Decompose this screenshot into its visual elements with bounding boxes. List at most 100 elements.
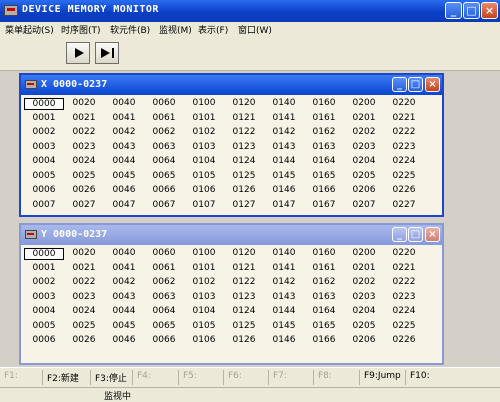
fkey-2[interactable]: F2:新建 — [47, 371, 79, 384]
memory-cell[interactable]: 0000 — [24, 98, 64, 110]
minimize-button[interactable]: _ — [445, 2, 462, 19]
memory-cell[interactable]: 0161 — [304, 113, 344, 123]
memory-cell[interactable]: 0104 — [184, 156, 224, 166]
memory-cell[interactable]: 0225 — [384, 321, 424, 331]
memory-cell[interactable]: 0024 — [64, 306, 104, 316]
memory-cell[interactable]: 0023 — [64, 142, 104, 152]
menu-window[interactable]: 窗口(W) — [238, 23, 272, 36]
window-x-titlebar[interactable]: X 0000-0237 _ □ × — [21, 75, 442, 95]
memory-cell[interactable]: 0043 — [104, 142, 144, 152]
memory-cell[interactable]: 0006 — [24, 185, 64, 195]
memory-cell[interactable]: 0124 — [224, 306, 264, 316]
memory-cell[interactable]: 0160 — [304, 248, 344, 258]
window-y-maximize-button[interactable]: □ — [408, 227, 423, 242]
memory-cell[interactable]: 0122 — [224, 127, 264, 137]
memory-cell[interactable]: 0103 — [184, 292, 224, 302]
window-x[interactable]: X 0000-0237 _ □ × 0000 0020 0040 0060 0100 01… — [19, 73, 444, 217]
memory-cell[interactable]: 0164 — [304, 306, 344, 316]
memory-cell[interactable]: 0203 — [344, 292, 384, 302]
fkey-6[interactable]: F6: — [228, 371, 242, 381]
memory-cell[interactable]: 0201 — [344, 263, 384, 273]
memory-cell[interactable]: 0163 — [304, 292, 344, 302]
memory-cell[interactable]: 0044 — [104, 306, 144, 316]
memory-cell[interactable]: 0224 — [384, 306, 424, 316]
memory-cell[interactable]: 0203 — [344, 142, 384, 152]
memory-cell[interactable]: 0101 — [184, 263, 224, 273]
memory-cell[interactable]: 0027 — [64, 200, 104, 210]
memory-cell[interactable]: 0165 — [304, 171, 344, 181]
memory-cell[interactable]: 0020 — [64, 98, 104, 108]
memory-cell[interactable]: 0060 — [144, 248, 184, 258]
memory-cell[interactable]: 0021 — [64, 263, 104, 273]
memory-cell[interactable]: 0222 — [384, 127, 424, 137]
memory-cell[interactable]: 0140 — [264, 98, 304, 108]
memory-cell[interactable]: 0164 — [304, 156, 344, 166]
memory-cell[interactable]: 0025 — [64, 321, 104, 331]
window-y-close-button[interactable]: × — [425, 227, 440, 242]
memory-cell[interactable]: 0041 — [104, 263, 144, 273]
memory-cell[interactable]: 0001 — [24, 113, 64, 123]
memory-cell[interactable]: 0005 — [24, 171, 64, 181]
fkey-7[interactable]: F7: — [273, 371, 287, 381]
maximize-button[interactable]: □ — [463, 2, 480, 19]
memory-cell[interactable]: 0026 — [64, 185, 104, 195]
memory-cell[interactable]: 0046 — [104, 335, 144, 345]
fkey-10[interactable]: F10: — [410, 371, 430, 381]
memory-cell[interactable]: 0206 — [344, 335, 384, 345]
memory-cell[interactable]: 0167 — [304, 200, 344, 210]
memory-cell[interactable]: 0064 — [144, 156, 184, 166]
memory-cell[interactable]: 0121 — [224, 113, 264, 123]
memory-cell[interactable]: 0065 — [144, 171, 184, 181]
window-y[interactable]: Y 0000-0237 _ □ × 0000 0020 0040 0060 0100 01… — [19, 223, 444, 365]
memory-cell[interactable]: 0162 — [304, 277, 344, 287]
memory-cell[interactable]: 0062 — [144, 127, 184, 137]
memory-cell[interactable]: 0221 — [384, 113, 424, 123]
memory-cell[interactable]: 0126 — [224, 185, 264, 195]
memory-cell[interactable]: 0061 — [144, 263, 184, 273]
memory-cell[interactable]: 0144 — [264, 306, 304, 316]
memory-cell[interactable]: 0062 — [144, 277, 184, 287]
memory-cell[interactable]: 0146 — [264, 185, 304, 195]
memory-cell[interactable]: 0104 — [184, 306, 224, 316]
memory-cell[interactable]: 0063 — [144, 292, 184, 302]
window-x-grid[interactable]: 0000 0020 0040 0060 0100 0120 0140 0160 0200 0220… — [21, 95, 442, 215]
menu-monitor[interactable]: 监视(M) — [159, 23, 192, 36]
memory-cell[interactable]: 0162 — [304, 127, 344, 137]
close-button[interactable]: × — [481, 2, 498, 19]
memory-cell[interactable]: 0223 — [384, 142, 424, 152]
memory-cell[interactable]: 0103 — [184, 142, 224, 152]
memory-cell[interactable]: 0220 — [384, 248, 424, 258]
memory-cell[interactable]: 0040 — [104, 98, 144, 108]
menu-display[interactable]: 表示(F) — [198, 23, 228, 36]
window-x-close-button[interactable]: × — [425, 77, 440, 92]
memory-cell[interactable]: 0106 — [184, 185, 224, 195]
window-x-maximize-button[interactable]: □ — [408, 77, 423, 92]
memory-cell[interactable]: 0144 — [264, 156, 304, 166]
memory-cell[interactable]: 0145 — [264, 171, 304, 181]
memory-cell[interactable]: 0205 — [344, 171, 384, 181]
memory-cell[interactable]: 0067 — [144, 200, 184, 210]
memory-cell[interactable]: 0125 — [224, 171, 264, 181]
memory-cell[interactable]: 0004 — [24, 306, 64, 316]
memory-cell[interactable]: 0125 — [224, 321, 264, 331]
memory-cell[interactable]: 0143 — [264, 292, 304, 302]
memory-cell[interactable]: 0003 — [24, 292, 64, 302]
fkey-9[interactable]: F9:Jump — [364, 371, 401, 381]
memory-cell[interactable]: 0046 — [104, 185, 144, 195]
memory-cell[interactable]: 0141 — [264, 263, 304, 273]
memory-cell[interactable]: 0026 — [64, 335, 104, 345]
memory-cell[interactable]: 0022 — [64, 277, 104, 287]
memory-cell[interactable]: 0220 — [384, 98, 424, 108]
memory-cell[interactable]: 0166 — [304, 185, 344, 195]
memory-cell[interactable]: 0201 — [344, 113, 384, 123]
memory-cell[interactable]: 0021 — [64, 113, 104, 123]
memory-cell[interactable]: 0047 — [104, 200, 144, 210]
memory-cell[interactable]: 0120 — [224, 248, 264, 258]
memory-cell[interactable]: 0025 — [64, 171, 104, 181]
fkey-5[interactable]: F5: — [183, 371, 197, 381]
memory-cell[interactable]: 0225 — [384, 171, 424, 181]
memory-cell[interactable]: 0127 — [224, 200, 264, 210]
memory-cell[interactable]: 0161 — [304, 263, 344, 273]
play-button[interactable] — [66, 42, 90, 64]
memory-cell[interactable]: 0224 — [384, 156, 424, 166]
